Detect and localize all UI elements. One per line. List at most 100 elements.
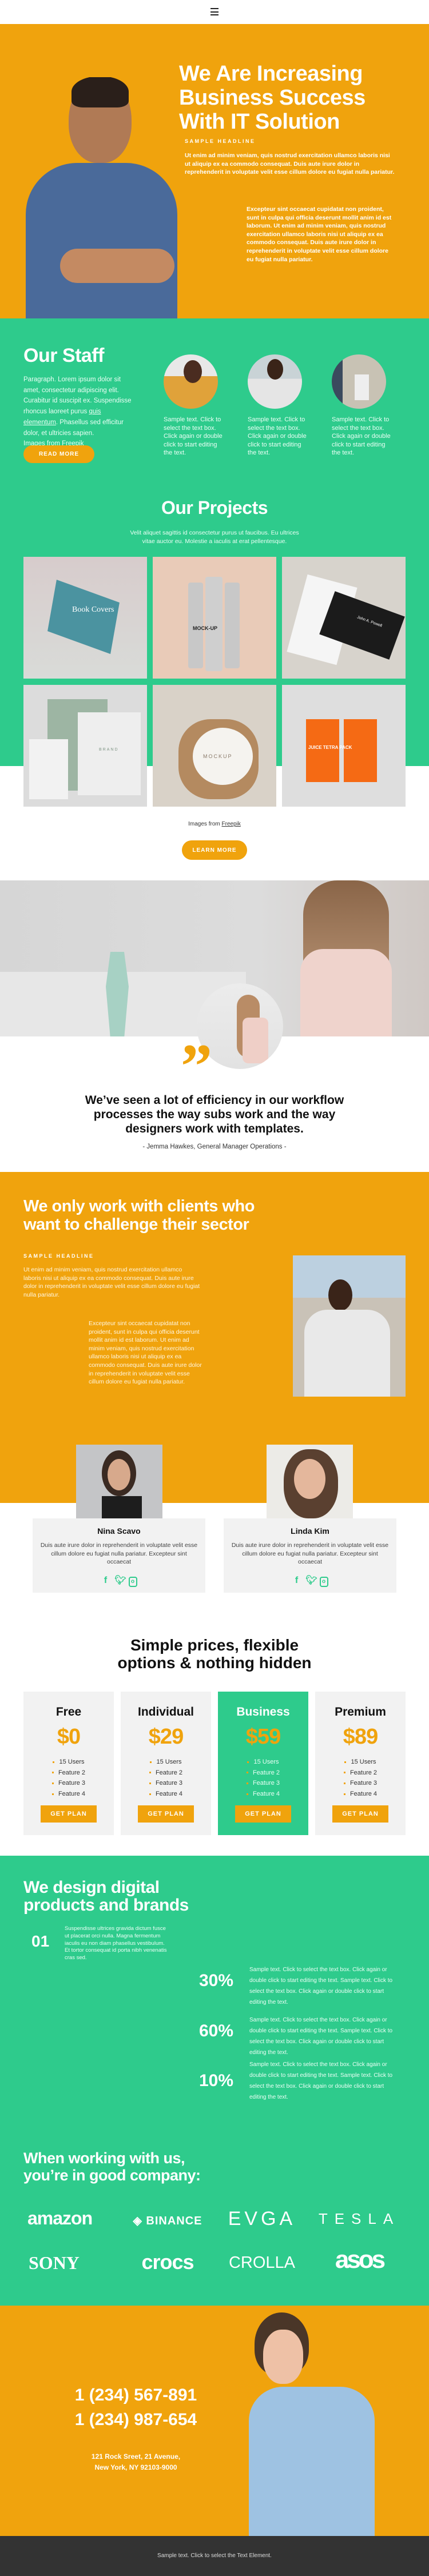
header — [0, 0, 429, 24]
tile-label: MOCK-UP — [193, 625, 217, 631]
hero-title-line: With IT Solution — [179, 110, 340, 134]
phone-1[interactable]: 1 (234) 567-891 — [51, 2383, 220, 2407]
address-line: New York, NY 92103-9000 — [94, 2463, 177, 2471]
team-text: Duis aute irure dolor in reprehenderit i… — [40, 1542, 198, 1566]
stat-text: Sample text. Click to select the text bo… — [249, 1967, 393, 2005]
binance-diamond-icon: ◈ — [133, 2215, 142, 2227]
staff-paragraph: Paragraph. Lorem ipsum dolor sit amet, c… — [23, 374, 132, 449]
projects-credit: Images from Freepik — [0, 821, 429, 827]
plan-feature: Feature 3 — [23, 1778, 114, 1789]
team-card-linda: Linda Kim Duis aute irure dolor in repre… — [224, 1518, 396, 1593]
team-text: Duis aute irure dolor in reprehenderit i… — [231, 1542, 389, 1566]
hero-title: We Are Increasing Business Success With … — [179, 62, 366, 134]
logo-asos: asos — [335, 2246, 386, 2274]
social-icons: f 🐦︎ o — [33, 1574, 205, 1587]
tile-label: JUICE TETRA PACK — [308, 745, 352, 750]
clients-paragraph-1: Ut enim ad minim veniam, quis nostrud ex… — [23, 1266, 200, 1298]
project-tile-business-cards[interactable]: John A. Powell — [282, 557, 406, 679]
plan-feature: Feature 2 — [121, 1768, 211, 1779]
team-photo-nina — [76, 1445, 162, 1518]
plan-name: Free — [55, 1705, 82, 1718]
footer: Sample text. Click to select the Text El… — [0, 2536, 429, 2576]
address-line: 121 Rock Sreet, 21 Avenue, — [91, 2453, 181, 2461]
freepik-link[interactable]: Freepik — [222, 821, 241, 827]
get-plan-button[interactable]: GET PLAN — [41, 1805, 97, 1823]
plan-feature: Feature 2 — [315, 1768, 406, 1779]
read-more-button[interactable]: READ MORE — [23, 445, 94, 463]
project-tile-bags[interactable]: BRAND — [23, 685, 147, 807]
logo-tesla: TESLA — [318, 2210, 400, 2227]
staff-photo-3 — [332, 354, 386, 409]
design-title-line: We design digital — [23, 1878, 160, 1897]
plan-feature: Feature 3 — [121, 1778, 211, 1789]
plan-card-free: Free $0 15 Users Feature 2 Feature 3 Featur… — [23, 1692, 114, 1835]
hamburger-icon[interactable] — [210, 8, 219, 15]
project-tile-cookie[interactable]: MOCKUP — [153, 685, 276, 807]
pricing-title: Simple prices, flexible options & nothin… — [0, 1636, 429, 1672]
get-plan-button[interactable]: GET PLAN — [138, 1805, 194, 1823]
plan-feature: 15 Users — [218, 1757, 308, 1768]
hero-section: We Are Increasing Business Success With … — [0, 24, 429, 318]
contact-address: 121 Rock Sreet, 21 Avenue, New York, NY … — [51, 2451, 220, 2473]
projects-description: Velit aliquet sagittis id consectetur pu… — [130, 529, 299, 545]
testimonial-quote: We’ve seen a lot of efficiency in our wo… — [85, 1094, 344, 1135]
design-title: We design digital products and brands — [23, 1879, 189, 1914]
plan-name: Premium — [335, 1705, 386, 1718]
plan-price: $0 — [57, 1725, 81, 1749]
project-tile-book-covers[interactable]: Book Covers — [23, 557, 147, 679]
get-plan-button[interactable]: GET PLAN — [235, 1805, 291, 1823]
plan-features: 15 Users Feature 2 Feature 3 Feature 4 — [121, 1757, 211, 1800]
plan-feature: Feature 4 — [121, 1789, 211, 1800]
phone-2[interactable]: 1 (234) 987-654 — [51, 2407, 220, 2432]
plan-card-business: Business $59 15 Users Feature 2 Feature 3F… — [218, 1692, 308, 1835]
plan-price: $59 — [245, 1725, 281, 1749]
instagram-icon[interactable]: o — [128, 1576, 137, 1587]
twitter-icon[interactable]: 🐦︎ — [306, 1574, 317, 1585]
tile-label: MOCKUP — [203, 753, 233, 759]
logo-crolla: CROLLA — [228, 2254, 296, 2272]
stat-value: 10% — [198, 2071, 234, 2090]
plan-feature: 15 Users — [23, 1757, 114, 1768]
learn-more-button[interactable]: LEARN MORE — [182, 840, 247, 860]
hero-title-line: Business Success — [179, 86, 366, 110]
plan-feature: 15 Users — [315, 1757, 406, 1768]
project-tile-bottles[interactable]: MOCK-UP — [153, 557, 276, 679]
companies-title-line: you’re in good company: — [23, 2167, 201, 2184]
pricing-title-line: Simple prices, flexible — [130, 1636, 299, 1654]
pricing-title-line: options & nothing hidden — [117, 1654, 312, 1672]
clients-title: We only work with clients who want to ch… — [23, 1197, 255, 1234]
plan-name: Individual — [137, 1705, 194, 1718]
team-name: Linda Kim — [291, 1526, 329, 1536]
project-tile-juice[interactable]: JUICE TETRA PACK — [282, 685, 406, 807]
logo-amazon: amazon — [27, 2208, 93, 2228]
get-plan-button[interactable]: GET PLAN — [332, 1805, 388, 1823]
facebook-icon[interactable]: f — [292, 1576, 301, 1586]
stat-value: 60% — [198, 2021, 234, 2040]
hero-title-line: We Are Increasing — [179, 62, 363, 86]
contact-woman-photo — [240, 2312, 378, 2536]
plan-card-individual: Individual $29 15 Users Feature 2 Feature … — [121, 1692, 211, 1835]
instagram-icon[interactable]: o — [319, 1576, 328, 1587]
stat-text: Sample text. Click to select the text bo… — [249, 2061, 393, 2100]
hero-paragraph-1: Ut enim ad minim veniam, quis nostrud ex… — [185, 152, 395, 176]
tile-label: Book Covers — [72, 605, 114, 614]
footer-text: Sample text. Click to select the Text El… — [157, 2553, 272, 2559]
hero-eyebrow: SAMPLE HEADLINE — [185, 138, 256, 144]
plan-features: 15 Users Feature 2 Feature 3 Feature 4 — [315, 1757, 406, 1800]
testimonial-author: - Jemma Hawkes, General Manager Operatio… — [142, 1143, 287, 1150]
hero-man-photo — [26, 77, 177, 318]
logo-evga: EVGA — [228, 2208, 296, 2230]
contact-phones: 1 (234) 567-891 1 (234) 987-654 — [51, 2383, 220, 2432]
logo-sony: SONY — [29, 2252, 80, 2273]
plan-feature: Feature 4 — [218, 1789, 308, 1800]
staff-text-3: Sample text. Click to select the text bo… — [332, 416, 391, 457]
plan-features: 15 Users Feature 2 Feature 3 Feature 4 — [218, 1757, 308, 1800]
facebook-icon[interactable]: f — [101, 1576, 110, 1586]
plan-features: 15 Users Feature 2 Feature 3 Feature 4 — [23, 1757, 114, 1800]
logo-crocs: crocs — [141, 2250, 194, 2274]
companies-title: When working with us, you’re in good com… — [23, 2150, 201, 2184]
plan-feature: Feature 3 — [218, 1778, 308, 1789]
twitter-icon[interactable]: 🐦︎ — [115, 1574, 126, 1585]
clients-paragraph-2: Excepteur sint occaecat cupidatat non pr… — [89, 1320, 202, 1386]
plan-card-premium: Premium $89 15 Users Feature 2 Feature 3 Fe… — [315, 1692, 406, 1835]
